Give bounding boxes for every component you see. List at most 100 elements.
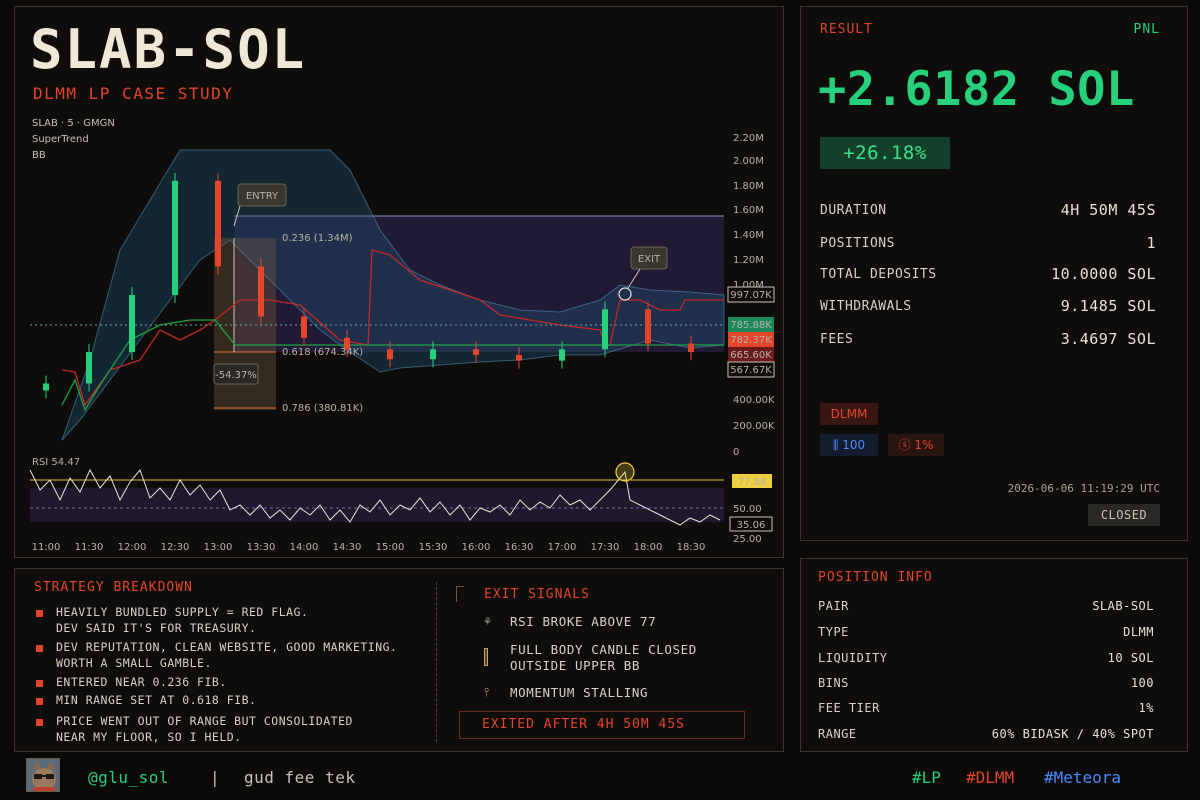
- position-value: 60% BIDASK / 40% SPOT: [991, 727, 1154, 741]
- strategy-bullet: [36, 719, 43, 726]
- candle-body: [430, 349, 436, 360]
- result-value: 10.0000 SOL: [1051, 265, 1156, 283]
- avatar: [26, 758, 60, 792]
- time-tick: 14:00: [290, 542, 319, 553]
- price-tick: 2.20M: [733, 133, 764, 144]
- rsi-zone: [30, 488, 724, 522]
- entry-tag: ENTRY: [246, 191, 279, 202]
- time-tick: 11:00: [32, 542, 61, 553]
- price-badge-782k: 782.37K: [730, 335, 772, 346]
- price-tick: 1.40M: [733, 230, 764, 241]
- price-badge-567k: 567.67K: [730, 365, 772, 376]
- timestamp: 2026-06-06 11:19:29 UTC: [1007, 482, 1160, 495]
- strategy-item: HEAVILY BUNDLED SUPPLY = RED FLAG. DEV S…: [56, 605, 309, 635]
- result-value: 3.4697 SOL: [1060, 330, 1156, 348]
- rsi-peak-marker: [615, 462, 635, 482]
- candle-body: [688, 343, 694, 353]
- type-tag: DLMM: [820, 403, 878, 425]
- result-key: WITHDRAWALS: [820, 299, 912, 314]
- footer-handle[interactable]: @glu_sol: [88, 768, 169, 787]
- footer-tag-dlmm[interactable]: #DLMM: [966, 768, 1014, 787]
- candle-body: [645, 309, 651, 344]
- time-tick: 16:30: [505, 542, 534, 553]
- rsi-badge-high: 77.88: [738, 477, 767, 488]
- footer-tagline: gud fee tek: [244, 768, 356, 787]
- bins-icon: ⫼: [832, 438, 843, 452]
- position-key: LIQUIDITY: [818, 651, 888, 665]
- exit-summary: EXITED AFTER 4H 50M 45S: [459, 711, 745, 739]
- strategy-bullet: [36, 645, 43, 652]
- footer-separator: |: [210, 768, 220, 787]
- rsi-label: RSI 54.47: [32, 457, 80, 468]
- exit-tag: EXIT: [638, 254, 661, 265]
- time-tick: 12:00: [118, 542, 147, 553]
- price-tick: 200.00K: [733, 421, 775, 432]
- result-value: 4H 50M 45S: [1060, 201, 1156, 219]
- cat-avatar-icon: [27, 759, 59, 791]
- pnl-percent-badge: +26.18%: [820, 137, 950, 169]
- rsi-tick: 25.00: [733, 534, 762, 545]
- price-tick: 400.00K: [733, 395, 775, 406]
- footer-tag-meteora[interactable]: #Meteora: [1044, 768, 1121, 787]
- fee-icon: ⓢ: [898, 438, 915, 452]
- time-axis: 11:00 11:30 12:00 12:30 13:00 13:30 14:0…: [32, 542, 706, 553]
- panel-divider: [436, 582, 437, 742]
- price-badge-665k: 665.60K: [730, 350, 772, 361]
- strategy-bullet: [36, 680, 43, 687]
- rsi-signal-icon: ⚘: [484, 614, 492, 628]
- price-tick: 1.80M: [733, 181, 764, 192]
- exit-signal: FULL BODY CANDLE CLOSED OUTSIDE UPPER BB: [510, 642, 697, 673]
- fee-chip: ⓢ 1%: [888, 434, 944, 456]
- momentum-signal-icon: ⫯: [484, 685, 490, 699]
- time-tick: 16:00: [462, 542, 491, 553]
- time-tick: 15:30: [419, 542, 448, 553]
- pnl-label: PNL: [1133, 22, 1160, 37]
- result-key: POSITIONS: [820, 236, 895, 251]
- price-tick: 1.20M: [733, 255, 764, 266]
- exit-bracket: [456, 586, 464, 602]
- time-tick: 12:30: [161, 542, 190, 553]
- candle-body: [86, 352, 92, 384]
- strategy-item: MIN RANGE SET AT 0.618 FIB.: [56, 693, 257, 707]
- strategy-title: STRATEGY BREAKDOWN: [34, 580, 193, 595]
- rsi-badge-current: 35.06: [737, 520, 766, 531]
- price-badge-997k: 997.07K: [730, 290, 772, 301]
- position-key: TYPE: [818, 625, 849, 639]
- drawdown-label: -54.37%: [215, 370, 257, 381]
- rsi-tick: 50.00: [733, 504, 762, 515]
- result-key: FEES: [820, 332, 854, 347]
- fee-chip-value: 1%: [914, 438, 934, 452]
- candle-body: [602, 309, 608, 350]
- position-value: SLAB-SOL: [1092, 599, 1154, 613]
- candle-body: [473, 349, 479, 355]
- result-value: 1: [1146, 234, 1156, 252]
- position-key: RANGE: [818, 727, 857, 741]
- position-key: PAIR: [818, 599, 849, 613]
- price-tick: 0: [733, 447, 739, 458]
- time-tick: 13:30: [247, 542, 276, 553]
- price-tick: 1.60M: [733, 205, 764, 216]
- price-badge-785k: 785.88K: [730, 320, 772, 331]
- candle-body: [516, 354, 522, 361]
- result-label: RESULT: [820, 22, 873, 37]
- candle-body: [129, 295, 135, 353]
- time-tick: 14:30: [333, 542, 362, 553]
- pnl-value: +2.6182 SOL: [818, 62, 1135, 117]
- candle-signal-icon: [484, 648, 488, 666]
- bins-chip-value: 100: [842, 438, 866, 452]
- position-value: 1%: [1138, 701, 1154, 715]
- time-tick: 15:00: [376, 542, 405, 553]
- position-key: FEE TIER: [818, 701, 880, 715]
- strategy-bullet: [36, 610, 43, 617]
- time-tick: 18:00: [634, 542, 663, 553]
- result-key: TOTAL DEPOSITS: [820, 267, 937, 282]
- candle-body: [172, 180, 178, 295]
- price-tick: 2.00M: [733, 156, 764, 167]
- footer-tag-lp[interactable]: #LP: [912, 768, 941, 787]
- status-badge: CLOSED: [1088, 504, 1160, 526]
- position-value: DLMM: [1123, 625, 1154, 639]
- exit-signal: RSI BROKE ABOVE 77: [510, 614, 657, 629]
- exit-signal: MOMENTUM STALLING: [510, 685, 649, 700]
- strategy-bullet: [36, 698, 43, 705]
- time-tick: 18:30: [677, 542, 706, 553]
